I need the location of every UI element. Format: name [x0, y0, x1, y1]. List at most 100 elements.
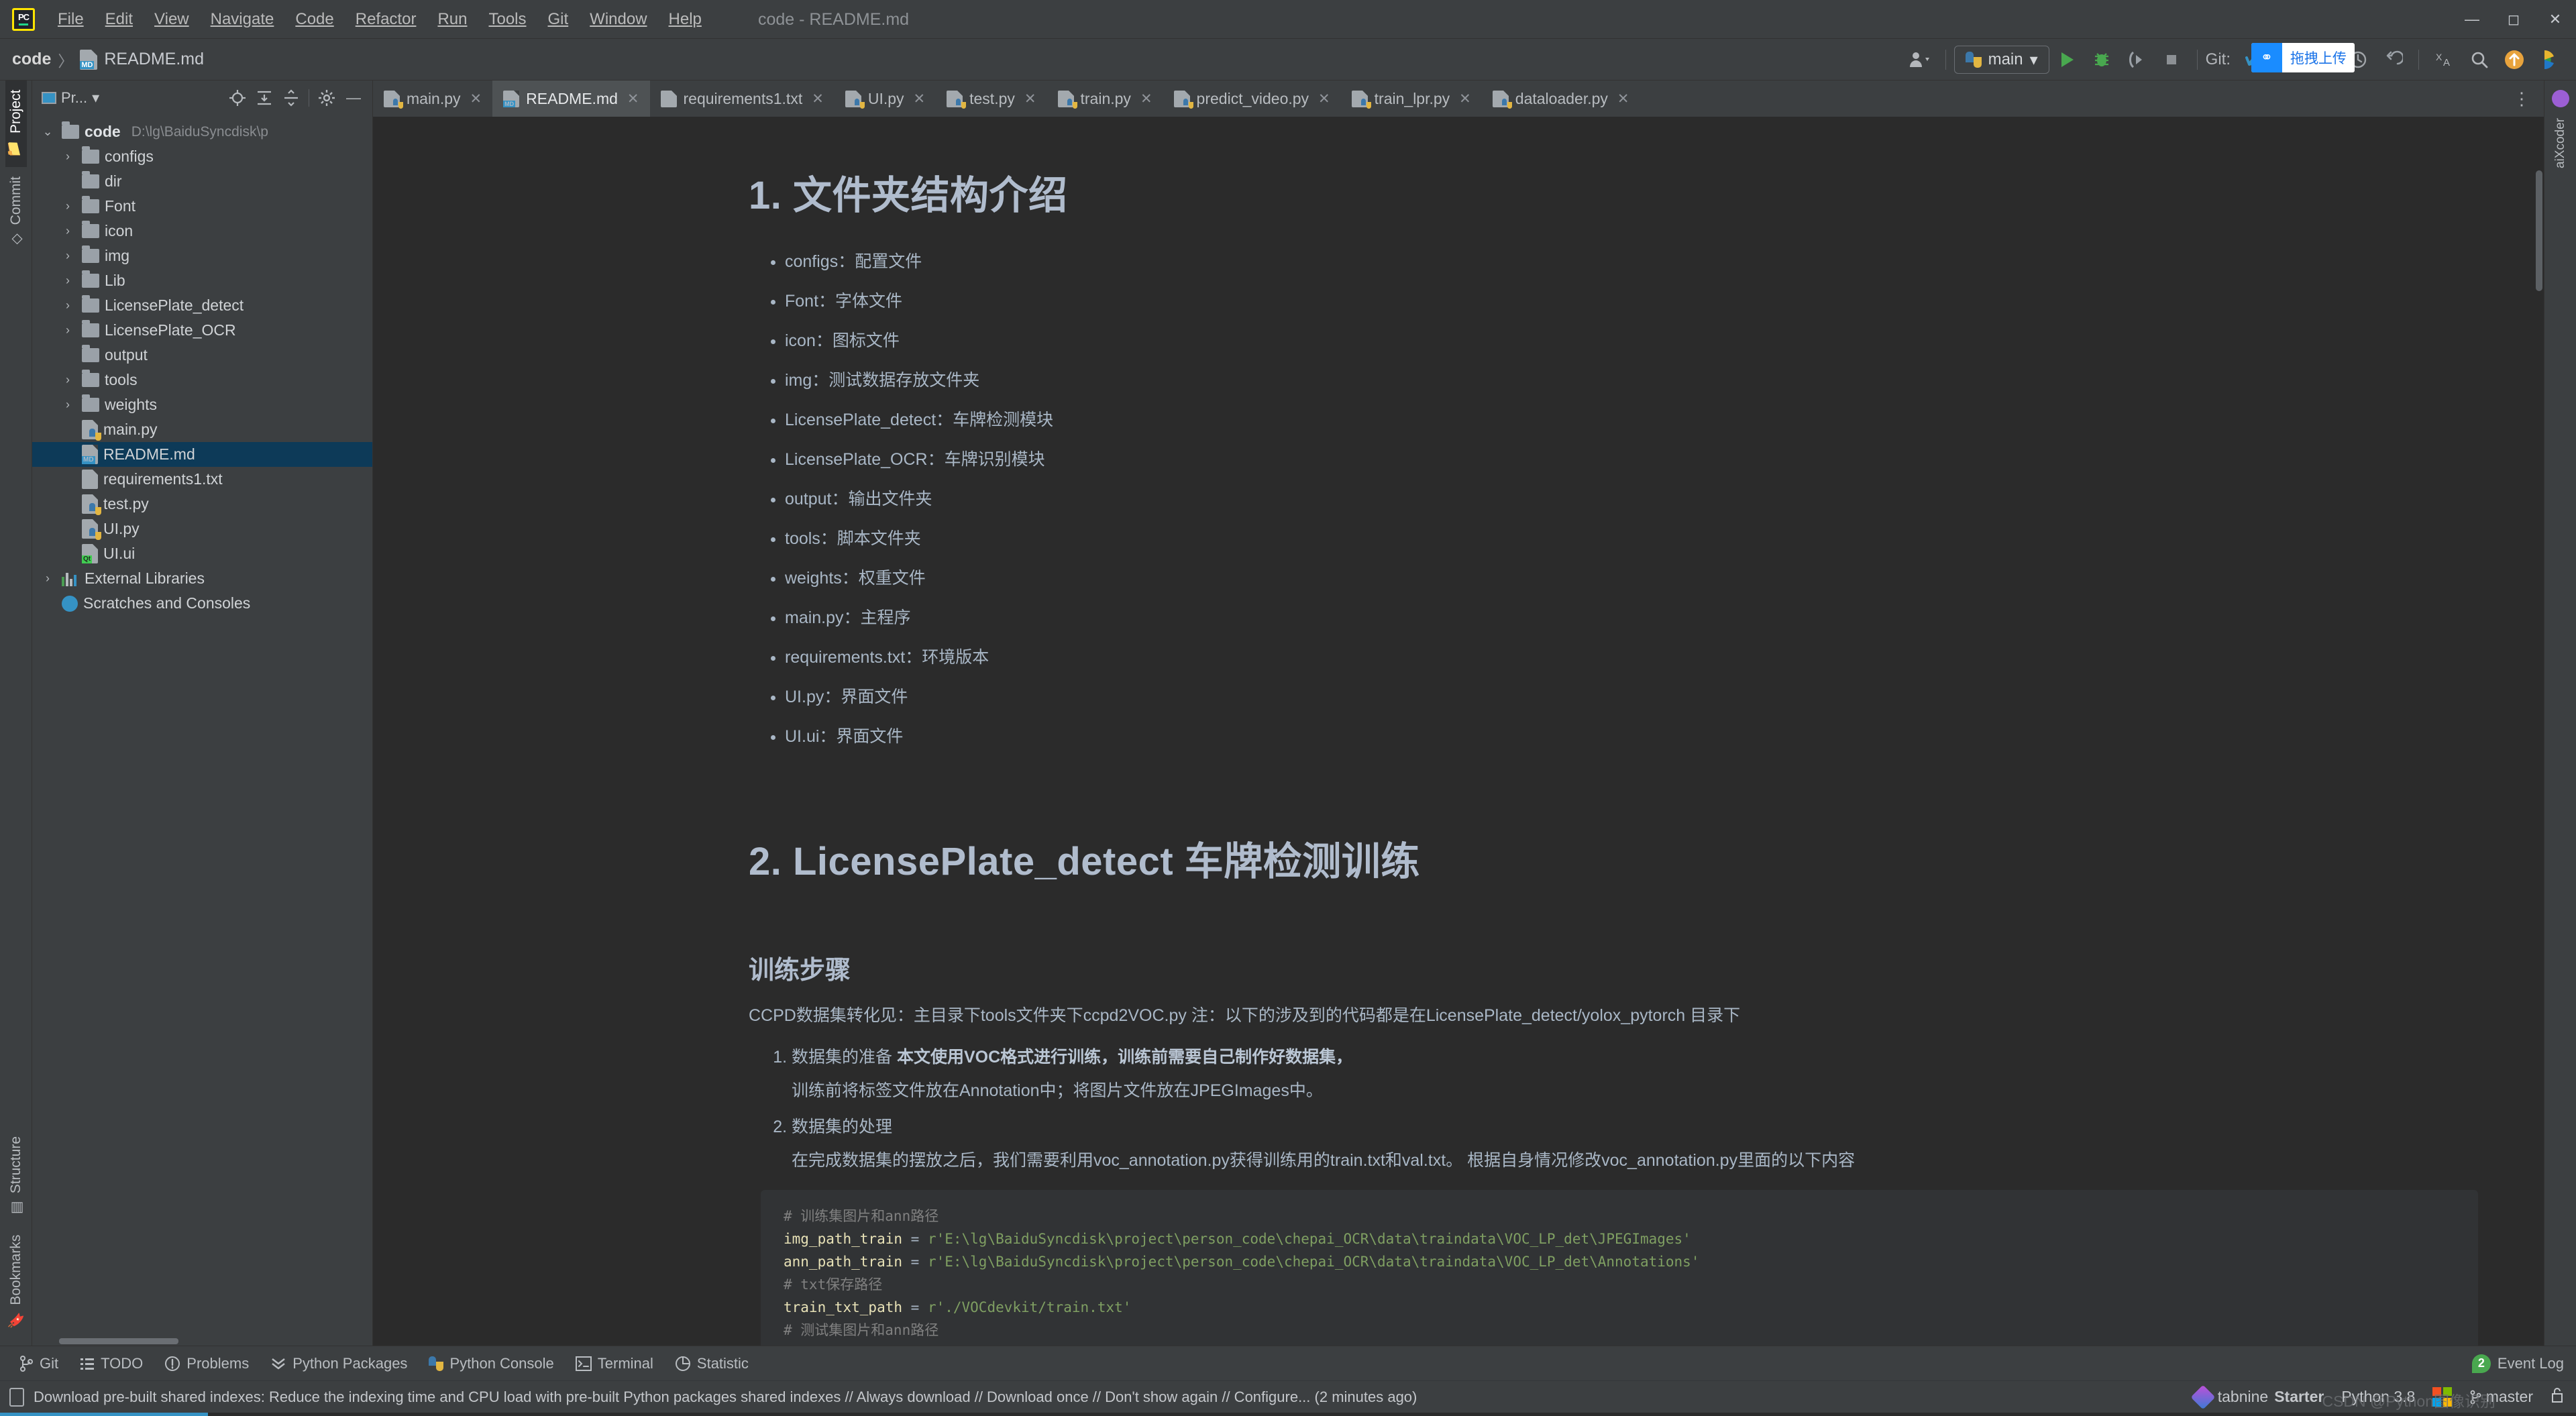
close-icon[interactable]: ✕	[1459, 91, 1471, 107]
menu-code[interactable]: Code	[284, 6, 344, 33]
menu-tools[interactable]: Tools	[478, 6, 537, 33]
bottom-item-python-packages[interactable]: Python Packages	[260, 1349, 418, 1378]
tree-row-icon[interactable]: › icon	[32, 219, 372, 243]
tree-row-configs[interactable]: › configs	[32, 144, 372, 169]
translate-icon[interactable]: XA	[2427, 42, 2462, 77]
sidebar-item-aixcoder[interactable]: aiXcoder	[2553, 118, 2568, 168]
tree-row-font[interactable]: › Font	[32, 194, 372, 219]
menu-run[interactable]: Run	[427, 6, 478, 33]
close-icon[interactable]: ✕	[627, 91, 639, 107]
tree-row-output[interactable]: output	[32, 343, 372, 368]
close-icon[interactable]: ✕	[2534, 0, 2576, 39]
tree-row-ui-ui[interactable]: Qt UI.ui	[32, 541, 372, 566]
menu-navigate[interactable]: Navigate	[200, 6, 285, 33]
minimize-icon[interactable]: —	[2451, 0, 2493, 39]
bottom-item-terminal[interactable]: Terminal	[565, 1349, 664, 1378]
unlocked-icon[interactable]	[2551, 1387, 2564, 1407]
sidebar-item-project[interactable]: 📁 Project	[5, 80, 27, 167]
chevron-right-icon[interactable]: ›	[39, 571, 56, 586]
event-log-area[interactable]: 2 Event Log	[2471, 1354, 2564, 1373]
rollback-icon[interactable]	[2375, 42, 2410, 77]
tab-readme-md[interactable]: MD README.md ✕	[492, 80, 650, 117]
close-icon[interactable]: ✕	[1617, 91, 1629, 107]
bottom-item-python-console[interactable]: Python Console	[418, 1349, 564, 1378]
coverage-icon[interactable]	[2119, 42, 2154, 77]
bottom-item-git[interactable]: Git	[8, 1349, 69, 1378]
locate-icon[interactable]	[224, 85, 251, 111]
user-dropdown-icon[interactable]	[1902, 42, 1937, 77]
chevron-right-icon[interactable]: ›	[59, 398, 76, 412]
bottom-item-statistic[interactable]: Statistic	[664, 1349, 759, 1378]
chevron-right-icon[interactable]: ›	[59, 373, 76, 387]
sidebar-item-bookmarks[interactable]: 🔖 Bookmarks	[5, 1226, 27, 1339]
collapse-all-icon[interactable]	[278, 85, 305, 111]
sidebar-item-commit[interactable]: ◇ Commit	[5, 167, 27, 257]
tab-test-py[interactable]: test.py ✕	[936, 80, 1046, 117]
stop-icon[interactable]	[2154, 42, 2189, 77]
tab-dataloader-py[interactable]: dataloader.py ✕	[1482, 80, 1640, 117]
tree-row-requirements1-txt[interactable]: requirements1.txt	[32, 467, 372, 492]
menu-help[interactable]: Help	[658, 6, 712, 33]
tab-overflow-menu-icon[interactable]: ⋮	[2506, 80, 2537, 117]
tab-train-py[interactable]: train.py ✕	[1047, 80, 1163, 117]
close-icon[interactable]: ✕	[812, 91, 824, 107]
tree-row-tools[interactable]: › tools	[32, 368, 372, 392]
tree-row-lib[interactable]: › Lib	[32, 268, 372, 293]
chevron-right-icon[interactable]: ›	[59, 224, 76, 238]
close-icon[interactable]: ✕	[1318, 91, 1330, 107]
close-icon[interactable]: ✕	[470, 91, 482, 107]
tree-row-dir[interactable]: dir	[32, 169, 372, 194]
editor-vertical-scrollbar[interactable]	[2536, 170, 2542, 291]
menu-file[interactable]: File	[47, 6, 95, 33]
tree-row-test-py[interactable]: test.py	[32, 492, 372, 516]
tree-row-scratches-and-consoles[interactable]: Scratches and Consoles	[32, 591, 372, 616]
menu-refactor[interactable]: Refactor	[345, 6, 427, 33]
tab-requirements1-txt[interactable]: requirements1.txt ✕	[650, 80, 835, 117]
upload-icon[interactable]	[2497, 42, 2532, 77]
project-panel-title[interactable]: Pr... ▾	[42, 89, 99, 107]
tree-row-weights[interactable]: › weights	[32, 392, 372, 417]
menu-edit[interactable]: Edit	[95, 6, 144, 33]
settings-gear-icon[interactable]	[313, 85, 340, 111]
notification-text[interactable]: Download pre-built shared indexes: Reduc…	[34, 1388, 1417, 1406]
ai-icon[interactable]	[2532, 42, 2567, 77]
search-icon[interactable]	[2462, 42, 2497, 77]
project-tree-horizontal-scrollbar[interactable]	[59, 1338, 178, 1344]
tree-row-external-libraries[interactable]: › External Libraries	[32, 566, 372, 591]
tree-row-readme-md[interactable]: MD README.md	[32, 442, 372, 467]
breadcrumb-file[interactable]: README.md	[104, 50, 204, 69]
tree-row-img[interactable]: › img	[32, 243, 372, 268]
tree-row-licenseplate-detect[interactable]: › LicensePlate_detect	[32, 293, 372, 318]
tab-ui-py[interactable]: UI.py ✕	[835, 80, 936, 117]
run-configuration-selector[interactable]: main ▾	[1953, 46, 2049, 74]
tree-row-licenseplate-ocr[interactable]: › LicensePlate_OCR	[32, 318, 372, 343]
tree-row-code[interactable]: ⌄ code D:\lg\BaiduSyncdisk\p	[32, 119, 372, 144]
close-icon[interactable]: ✕	[1140, 91, 1152, 107]
tree-row-ui-py[interactable]: UI.py	[32, 516, 372, 541]
menu-view[interactable]: View	[144, 6, 200, 33]
sidebar-item-structure[interactable]: ▤ Structure	[5, 1127, 27, 1226]
chevron-right-icon[interactable]: ›	[59, 199, 76, 213]
tabnine-status[interactable]: tabnine Starter	[2190, 1384, 2324, 1409]
tree-row-main-py[interactable]: main.py	[32, 417, 372, 442]
hide-icon[interactable]: —	[340, 85, 367, 111]
expand-all-icon[interactable]	[251, 85, 278, 111]
upload-chip[interactable]: ⚭ 拖拽上传	[2251, 43, 2355, 72]
aixcoder-icon[interactable]	[2551, 90, 2569, 107]
chevron-down-icon[interactable]: ⌄	[39, 125, 56, 139]
close-icon[interactable]: ✕	[914, 91, 926, 107]
chevron-right-icon[interactable]: ›	[59, 298, 76, 313]
close-icon[interactable]: ✕	[1024, 91, 1036, 107]
bottom-item-todo[interactable]: TODO	[69, 1349, 154, 1378]
tab-train-lpr-py[interactable]: train_lpr.py ✕	[1341, 80, 1482, 117]
tab-main-py[interactable]: main.py ✕	[373, 80, 492, 117]
tab-predict-video-py[interactable]: predict_video.py ✕	[1163, 80, 1341, 117]
maximize-icon[interactable]: ◻	[2493, 0, 2534, 39]
run-icon[interactable]	[2049, 42, 2084, 77]
menu-window[interactable]: Window	[579, 6, 657, 33]
chevron-right-icon[interactable]: ›	[59, 323, 76, 337]
chevron-right-icon[interactable]: ›	[59, 274, 76, 288]
chevron-right-icon[interactable]: ›	[59, 249, 76, 263]
breadcrumb-project[interactable]: code	[12, 50, 51, 69]
debug-icon[interactable]	[2084, 42, 2119, 77]
